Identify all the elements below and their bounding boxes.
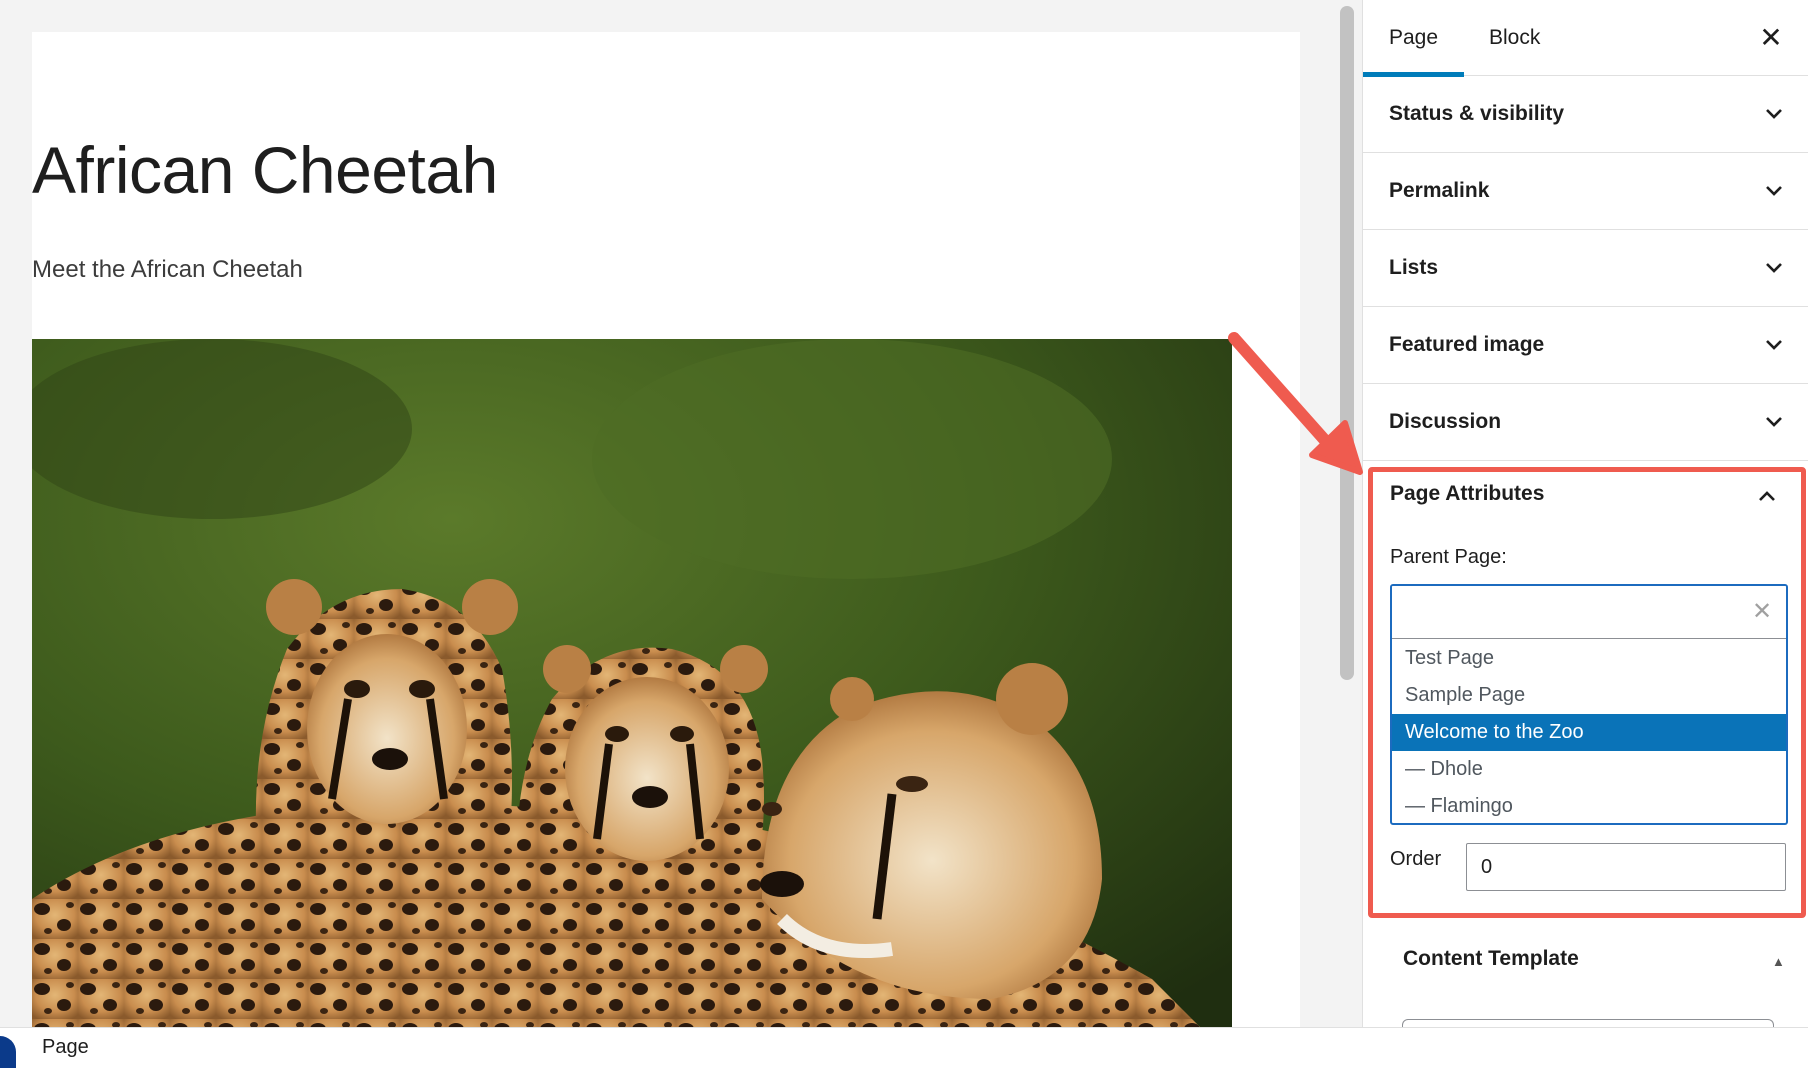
breadcrumb[interactable]: Page — [42, 1036, 89, 1059]
panel-label: Featured image — [1389, 333, 1545, 356]
option-dhole[interactable]: — Dhole — [1392, 751, 1786, 788]
tab-block[interactable]: Block — [1463, 0, 1566, 76]
clear-icon[interactable]: ✕ — [1748, 598, 1776, 626]
editor-scrollbar-thumb[interactable] — [1340, 6, 1354, 680]
parent-page-combobox[interactable]: ✕ Test Page Sample Page Welcome to the Z… — [1390, 584, 1788, 825]
editor-window: African Cheetah Meet the African Cheetah — [0, 0, 1808, 1068]
chevron-up-icon[interactable] — [1758, 489, 1776, 503]
page-title[interactable]: African Cheetah — [32, 132, 498, 208]
chevron-down-icon — [1766, 417, 1782, 427]
admin-corner-icon — [0, 1036, 16, 1068]
sidebar-tabs: Page Block ✕ — [1363, 0, 1808, 77]
editor-document: African Cheetah Meet the African Cheetah — [32, 32, 1300, 1027]
chevron-down-icon — [1766, 340, 1782, 350]
option-flamingo[interactable]: — Flamingo — [1392, 788, 1786, 823]
panel-label: Permalink — [1389, 179, 1490, 202]
order-label: Order — [1390, 848, 1442, 870]
editor-canvas: African Cheetah Meet the African Cheetah — [0, 0, 1330, 1027]
page-intro-paragraph[interactable]: Meet the African Cheetah — [32, 256, 303, 284]
chevron-down-icon — [1766, 263, 1782, 273]
cheetah-image[interactable] — [32, 339, 1232, 1027]
tab-page[interactable]: Page — [1363, 0, 1465, 77]
panel-lists[interactable]: Lists — [1363, 230, 1808, 307]
panel-label: Discussion — [1389, 410, 1502, 433]
panel-label: Lists — [1389, 256, 1439, 279]
panel-status-visibility[interactable]: Status & visibility — [1363, 76, 1808, 153]
close-icon[interactable]: ✕ — [1755, 22, 1787, 54]
content-template-title[interactable]: Content Template — [1403, 947, 1579, 971]
parent-page-options: Test Page Sample Page Welcome to the Zoo… — [1392, 640, 1786, 823]
editor-footer: Page — [0, 1027, 1808, 1068]
order-input[interactable] — [1466, 843, 1786, 891]
option-welcome-to-the-zoo[interactable]: Welcome to the Zoo — [1392, 714, 1786, 751]
option-test-page[interactable]: Test Page — [1392, 640, 1786, 677]
chevron-down-icon — [1766, 186, 1782, 196]
caret-up-icon[interactable]: ▲ — [1772, 954, 1785, 969]
option-sample-page[interactable]: Sample Page — [1392, 677, 1786, 714]
panel-featured-image[interactable]: Featured image — [1363, 307, 1808, 384]
panel-discussion[interactable]: Discussion — [1363, 384, 1808, 461]
parent-page-label: Parent Page: — [1390, 546, 1507, 568]
chevron-down-icon — [1766, 109, 1782, 119]
parent-page-input[interactable] — [1392, 586, 1786, 639]
page-attributes-title[interactable]: Page Attributes — [1390, 482, 1544, 506]
panel-permalink[interactable]: Permalink — [1363, 153, 1808, 230]
panel-label: Status & visibility — [1389, 102, 1565, 125]
